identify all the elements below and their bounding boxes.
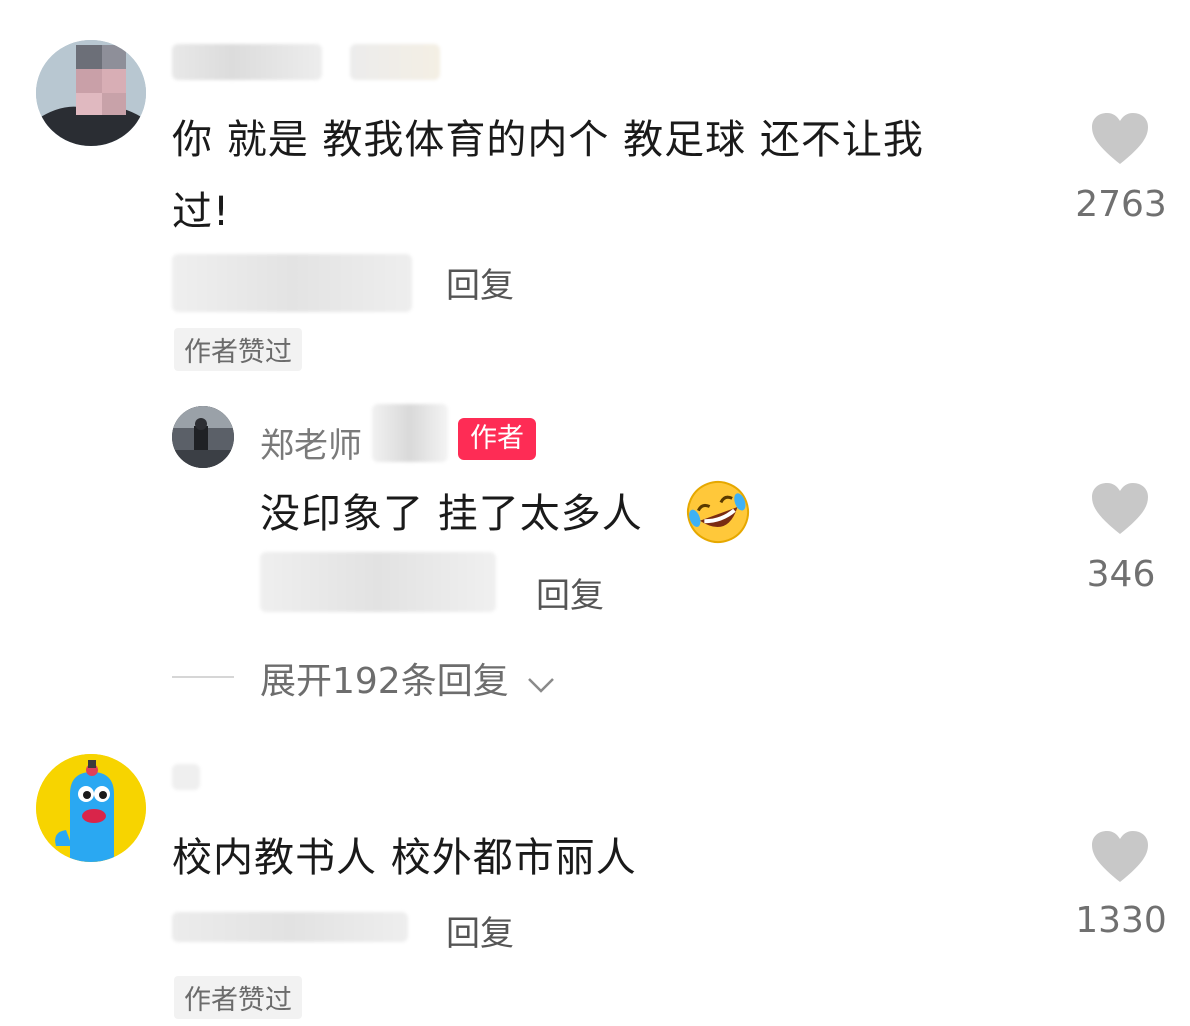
reply-text: 没印象了 挂了太多人 — [260, 491, 643, 537]
commenter-avatar[interactable] — [36, 754, 146, 862]
heart-icon[interactable] — [1090, 482, 1150, 536]
author-badge: 作者 — [458, 418, 536, 460]
comment-text: 校内教书人 校外都市丽人 — [172, 835, 637, 881]
username-blurred[interactable] — [172, 44, 322, 80]
author-name-blurred — [372, 404, 448, 462]
author-liked-tag: 作者赞过 — [174, 976, 302, 1019]
like-count: 346 — [1086, 554, 1156, 595]
comment-text: 你 就是 教我体育的内个 教足球 还不让我 过! — [172, 117, 924, 235]
expand-replies-label: 展开192条回复 — [260, 661, 509, 702]
username-blurred-part — [350, 44, 440, 80]
heart-icon[interactable] — [1090, 830, 1150, 884]
heart-icon[interactable] — [1090, 112, 1150, 166]
username-blurred[interactable] — [172, 764, 200, 790]
author-name[interactable]: 郑老师 — [260, 418, 362, 467]
reply-button[interactable]: 回复 — [536, 568, 604, 617]
author-avatar[interactable] — [172, 406, 234, 468]
rofl-emoji — [684, 478, 752, 546]
expand-replies-button[interactable]: 展开192条回复 — [260, 652, 556, 704]
chevron-down-icon — [526, 663, 556, 704]
like-count: 1330 — [1075, 900, 1167, 941]
timestamp-blurred — [172, 912, 408, 942]
reply-button[interactable]: 回复 — [446, 258, 514, 307]
timestamp-blurred — [172, 254, 412, 312]
author-liked-tag: 作者赞过 — [174, 328, 302, 371]
reply-timestamp-blurred — [260, 552, 496, 612]
like-count: 2763 — [1075, 184, 1167, 225]
reply-button[interactable]: 回复 — [446, 906, 514, 955]
commenter-avatar[interactable] — [36, 40, 146, 146]
divider-line — [172, 676, 234, 678]
